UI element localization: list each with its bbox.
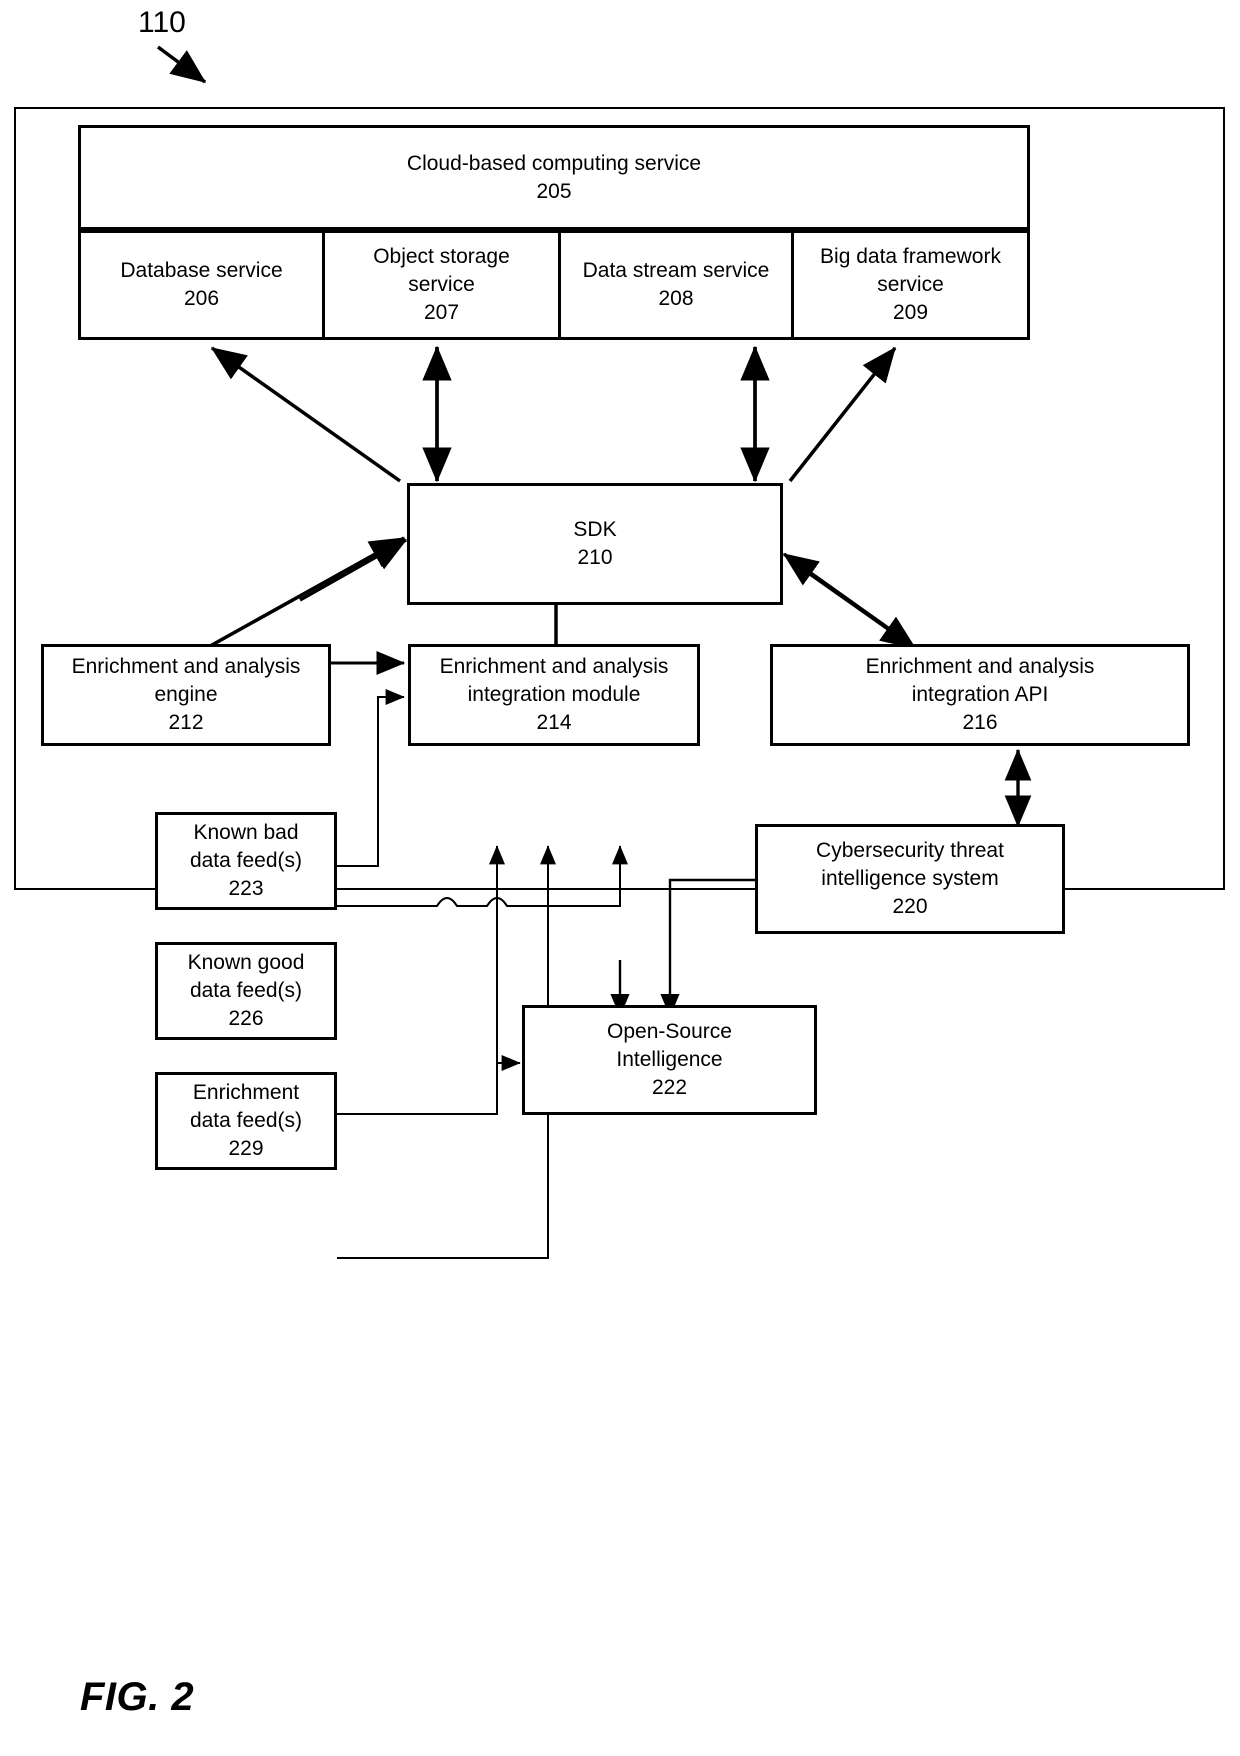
api-line1: Enrichment and analysis bbox=[865, 655, 1095, 679]
big-data-number: 209 bbox=[892, 300, 929, 324]
object-storage-line2: service bbox=[408, 273, 475, 297]
engine-number: 212 bbox=[168, 710, 204, 734]
database-service-line1: Database service bbox=[120, 259, 283, 283]
osint-line1: Open-Source bbox=[607, 1020, 732, 1044]
osint-line2: Intelligence bbox=[616, 1048, 723, 1072]
figure-label: FIG. 2 bbox=[80, 1675, 195, 1719]
enrichment-feed-line2: data feed(s) bbox=[189, 1109, 303, 1133]
api-line2: integration API bbox=[911, 683, 1049, 707]
enrichment-data-feed-box: Enrichment data feed(s) 229 bbox=[155, 1072, 337, 1170]
cyber-number: 220 bbox=[892, 894, 928, 918]
database-service-number: 206 bbox=[183, 287, 220, 310]
reference-numeral-110: 110 bbox=[138, 6, 186, 39]
big-data-framework-service-cell: Big data framework service 209 bbox=[791, 233, 1027, 337]
module-line2: integration module bbox=[467, 683, 641, 707]
engine-line2: engine bbox=[154, 683, 218, 707]
cloud-services-row: Database service 206 Object storage serv… bbox=[78, 230, 1030, 340]
cyber-line1: Cybersecurity threat bbox=[816, 839, 1004, 863]
big-data-line2: service bbox=[877, 273, 944, 297]
known-good-number: 226 bbox=[228, 1006, 264, 1030]
module-number: 214 bbox=[536, 710, 572, 734]
api-number: 216 bbox=[962, 710, 998, 734]
sdk-box: SDK 210 bbox=[407, 483, 783, 605]
engine-line1: Enrichment and analysis bbox=[71, 655, 301, 679]
cybersecurity-threat-intelligence-system-box: Cybersecurity threat intelligence system… bbox=[755, 824, 1065, 934]
data-stream-line1: Data stream service bbox=[582, 259, 770, 283]
module-line1: Enrichment and analysis bbox=[439, 655, 669, 679]
enrichment-feed-number: 229 bbox=[228, 1136, 264, 1160]
known-good-data-feed-box: Known good data feed(s) 226 bbox=[155, 942, 337, 1040]
patent-figure-page: 110 Cloud-based computing service 205 Da… bbox=[0, 0, 1240, 1756]
sdk-title: SDK bbox=[573, 518, 617, 542]
known-bad-line2: data feed(s) bbox=[189, 849, 303, 873]
object-storage-line1: Object storage bbox=[373, 245, 510, 269]
known-bad-number: 223 bbox=[228, 876, 264, 900]
enrichment-analysis-engine-box: Enrichment and analysis engine 212 bbox=[41, 644, 331, 746]
object-storage-number: 207 bbox=[423, 300, 460, 324]
object-storage-service-cell: Object storage service 207 bbox=[322, 233, 558, 337]
sdk-number: 210 bbox=[577, 546, 613, 569]
database-service-cell: Database service 206 bbox=[81, 233, 322, 337]
open-source-intelligence-box: Open-Source Intelligence 222 bbox=[522, 1005, 817, 1115]
known-good-line2: data feed(s) bbox=[189, 979, 303, 1003]
leader-arrow-110 bbox=[156, 45, 207, 84]
enrichment-feed-line1: Enrichment bbox=[192, 1081, 300, 1105]
big-data-line1: Big data framework bbox=[820, 245, 1001, 269]
data-stream-number: 208 bbox=[658, 287, 694, 310]
cloud-based-computing-service-box: Cloud-based computing service 205 bbox=[78, 125, 1030, 230]
data-stream-service-cell: Data stream service 208 bbox=[558, 233, 791, 337]
enrichment-analysis-integration-api-box: Enrichment and analysis integration API … bbox=[770, 644, 1190, 746]
cloud-number: 205 bbox=[536, 179, 572, 203]
known-bad-data-feed-box: Known bad data feed(s) 223 bbox=[155, 812, 337, 910]
known-good-line1: Known good bbox=[187, 951, 305, 975]
known-bad-line1: Known bad bbox=[193, 821, 299, 845]
osint-number: 222 bbox=[651, 1075, 688, 1099]
cloud-title: Cloud-based computing service bbox=[406, 151, 702, 175]
enrichment-analysis-integration-module-box: Enrichment and analysis integration modu… bbox=[408, 644, 700, 746]
cyber-line2: intelligence system bbox=[821, 867, 999, 891]
